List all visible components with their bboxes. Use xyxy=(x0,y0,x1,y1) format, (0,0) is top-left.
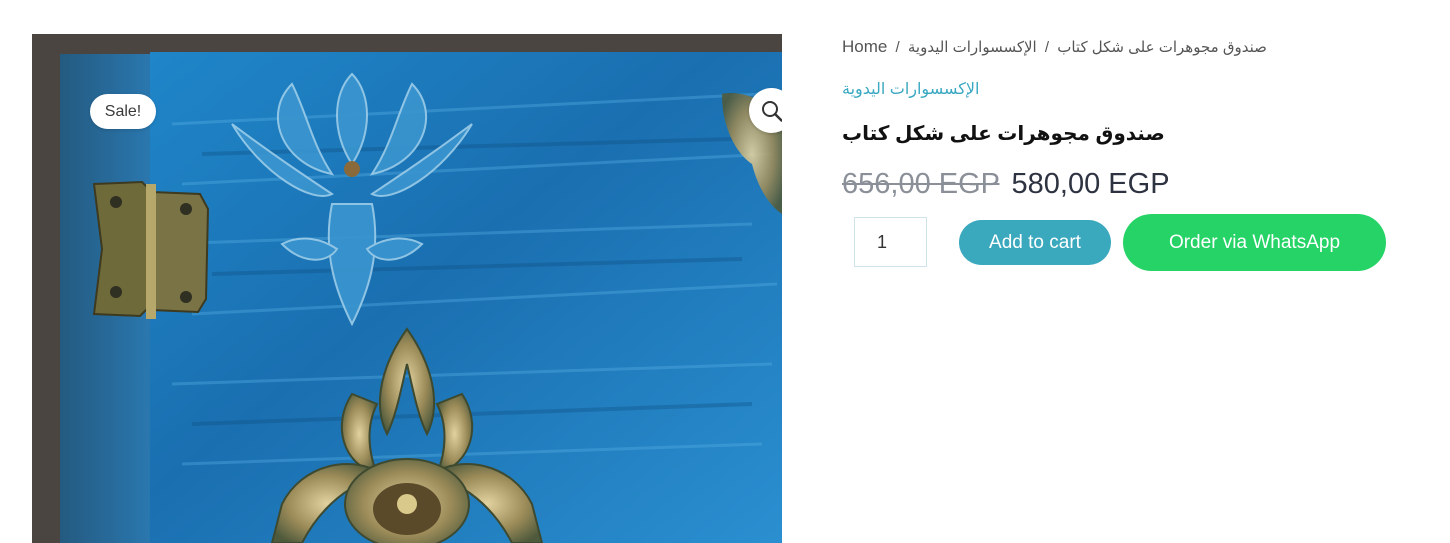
breadcrumb-home-link[interactable]: Home xyxy=(842,37,887,56)
add-to-cart-button[interactable]: Add to cart xyxy=(959,220,1111,265)
quantity-input[interactable] xyxy=(854,217,927,267)
breadcrumb-separator: / xyxy=(1044,39,1050,56)
breadcrumb-category-link[interactable]: الإكسسوارات اليدوية xyxy=(908,39,1037,56)
sale-price: 580,00 EGP xyxy=(1011,168,1170,200)
product-image[interactable]: Sale! xyxy=(32,34,782,543)
product-page: Sale! Home / صندوق مجوهرات على شكل كتاب … xyxy=(0,0,1450,543)
order-via-whatsapp-button[interactable]: Order via WhatsApp xyxy=(1123,214,1386,271)
price: 656,00 EGP 580,00 EGP xyxy=(842,168,1170,201)
breadcrumb-current: صندوق مجوهرات على شكل كتاب xyxy=(1057,39,1267,56)
sale-badge: Sale! xyxy=(90,94,156,129)
magnifier-icon xyxy=(760,99,782,123)
product-category-link[interactable]: الإكسسوارات اليدوية xyxy=(842,79,979,99)
breadcrumb: Home / صندوق مجوهرات على شكل كتاب / الإك… xyxy=(842,37,1267,57)
product-title: صندوق مجوهرات على شكل كتاب xyxy=(842,123,1165,145)
breadcrumb-separator: / xyxy=(895,39,900,56)
regular-price: 656,00 EGP xyxy=(842,168,1000,200)
